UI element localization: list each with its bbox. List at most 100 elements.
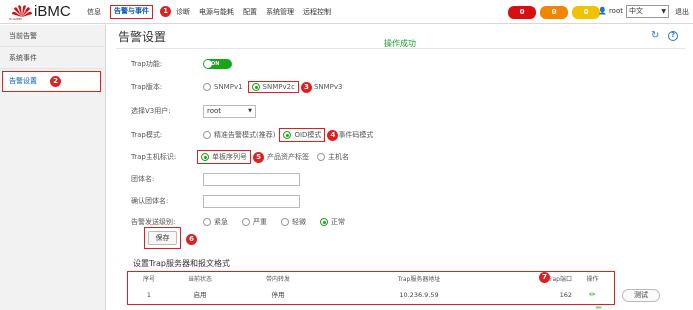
radio-hostname[interactable]: 主机名: [317, 152, 349, 162]
user-menu[interactable]: 👤 root: [598, 7, 623, 15]
test-button[interactable]: 测试: [622, 289, 660, 302]
caret-down-icon: ▼: [248, 107, 252, 114]
radio-label: SNMPv1: [214, 83, 243, 91]
major-alarm-count[interactable]: 0: [540, 6, 568, 19]
severity-label: 告警发送级别:: [131, 218, 176, 226]
radio-dot: [201, 153, 209, 161]
radio-dot: [203, 218, 211, 226]
pencil-icon: ✏: [589, 290, 596, 299]
logout-link[interactable]: 退出: [675, 7, 689, 17]
trap-version-label: Trap版本:: [131, 83, 163, 91]
sidebar-item-alarm-settings[interactable]: 告警设置 2: [2, 71, 101, 92]
nav-alarms-events[interactable]: 告警与事件: [110, 5, 153, 19]
radio-snmpv3[interactable]: SNMPv3: [314, 83, 343, 91]
confirm-community-label: 确认团体名:: [131, 197, 169, 205]
radio-event-code-mode[interactable]: 事件码模式: [338, 130, 373, 140]
radio-dot: [251, 83, 260, 91]
step-badge-2: 2: [50, 76, 61, 87]
radio-label: 正常: [331, 218, 345, 226]
sidebar-item-current-alarms[interactable]: 当前告警: [0, 25, 105, 47]
help-icon[interactable]: ?: [668, 31, 678, 41]
app-name: iBMC: [34, 3, 71, 20]
minor-alarm-count[interactable]: 0: [572, 6, 600, 19]
community-label: 团体名:: [131, 175, 155, 183]
trap-enable-row: Trap功能: ON: [131, 57, 232, 71]
sidebar-item-system-events[interactable]: 系统事件: [0, 47, 105, 69]
trap-mode-row: Trap模式: 精准告警模式(推荐) OID模式 4 事件码模式: [131, 128, 381, 142]
col-header-action: 操作: [586, 276, 599, 283]
trap-enable-label: Trap功能:: [131, 60, 163, 68]
caret-down-icon: ▼: [661, 8, 666, 15]
user-name: root: [608, 7, 623, 15]
nav-diagnosis[interactable]: 诊断: [176, 5, 190, 19]
radio-dot: [242, 218, 250, 226]
radio-label: 事件码模式: [338, 131, 374, 139]
nav-system[interactable]: 系统管理: [266, 5, 294, 19]
radio-label: 精准告警模式(推荐): [214, 131, 276, 139]
title-divider: [116, 48, 686, 49]
radio-dot: [317, 153, 325, 161]
step-badge-4: 4: [327, 129, 339, 141]
radio-label: 轻微: [292, 218, 306, 226]
nav-power[interactable]: 电源与能耗: [199, 5, 234, 19]
main-content: 告警设置 操作成功 ↻ ? Trap功能: ON Trap版本: SNMPv1 …: [106, 25, 693, 310]
nav-remote[interactable]: 远程控制: [303, 5, 331, 19]
page-title: 告警设置: [118, 30, 167, 44]
cell-index: 1: [146, 291, 152, 299]
radio-label: OID模式: [294, 131, 322, 139]
radio-precise-mode[interactable]: 精准告警模式(推荐): [203, 130, 275, 140]
host-id-row: Trap主机标识: 单板序列号 5 产品资产标签 主机名: [128, 150, 357, 164]
host-id-label: Trap主机标识:: [131, 153, 177, 161]
confirm-community-input[interactable]: [203, 194, 300, 208]
v3-user-row: 选择V3用户: root ▼: [131, 104, 256, 118]
radio-dot: [320, 218, 328, 226]
radio-asset-tag[interactable]: 产品资产标签: [267, 152, 309, 162]
v3-user-select[interactable]: root ▼: [203, 104, 256, 118]
step-badge-6: 6: [186, 234, 197, 245]
community-input[interactable]: [203, 172, 300, 186]
nav-info[interactable]: 信息: [87, 5, 101, 19]
main-nav: 信息 告警与事件 诊断 电源与能耗 配置 系统管理 远程控制: [87, 5, 340, 19]
community-row: 团体名:: [131, 172, 300, 186]
col-header-address: Trap服务器地址: [397, 276, 441, 283]
radio-oid-mode[interactable]: OID模式: [279, 128, 326, 142]
col-header-inband: 带内转发: [265, 276, 290, 283]
trap-enable-toggle[interactable]: ON: [203, 59, 232, 69]
pencil-icon[interactable]: ✏: [596, 304, 602, 310]
table-header: 序号 当前状态 带内转发 Trap服务器地址 Trap端口 操作: [128, 274, 613, 286]
trap-server-section-title: 设置Trap服务器和报文格式: [133, 259, 230, 268]
edit-row-button[interactable]: ✏: [572, 289, 613, 301]
step-badge-5: 5: [253, 151, 264, 163]
table-row: 1 启用 停用 10.236.9.59 162 ✏: [128, 289, 613, 301]
top-bar: HUAWEI iBMC 信息 告警与事件 诊断 电源与能耗 配置 系统管理 远程…: [0, 0, 693, 24]
cell-inband: 停用: [271, 291, 285, 299]
radio-dot: [283, 131, 292, 139]
step-badge-1: 1: [160, 6, 171, 17]
cell-status: 启用: [193, 291, 207, 299]
save-button[interactable]: 保存: [148, 231, 177, 245]
radio-label: 主机名: [328, 153, 349, 161]
radio-label: 紧急: [214, 218, 228, 226]
radio-board-serial[interactable]: 单板序列号: [197, 150, 251, 164]
radio-label: SNMPv3: [313, 83, 343, 91]
language-select[interactable]: 中文 ▼: [626, 5, 669, 18]
col-header-status: 当前状态: [187, 276, 212, 283]
trap-server-table: 序号 当前状态 带内转发 Trap服务器地址 Trap端口 操作 1 启用 停用…: [127, 271, 615, 305]
radio-severity-critical[interactable]: 严重: [242, 217, 267, 227]
critical-alarm-count[interactable]: 0: [508, 6, 536, 19]
radio-snmpv1[interactable]: SNMPv1: [203, 83, 243, 91]
radio-severity-minor[interactable]: 轻微: [281, 217, 306, 227]
radio-severity-normal[interactable]: 正常: [320, 217, 345, 227]
language-value: 中文: [629, 7, 643, 15]
user-icon: 👤: [598, 7, 607, 15]
radio-dot: [203, 131, 211, 139]
trap-mode-label: Trap模式:: [131, 131, 163, 139]
radio-label: SNMPv2c: [262, 83, 295, 91]
nav-config[interactable]: 配置: [243, 5, 257, 19]
v3-user-value: root: [207, 106, 222, 115]
col-header-index: 序号: [142, 276, 155, 283]
radio-snmpv2c[interactable]: SNMPv2c: [247, 81, 299, 93]
alarm-summary: 0 0 0: [508, 6, 600, 19]
radio-severity-urgent[interactable]: 紧急: [203, 217, 228, 227]
refresh-icon[interactable]: ↻: [651, 31, 661, 41]
